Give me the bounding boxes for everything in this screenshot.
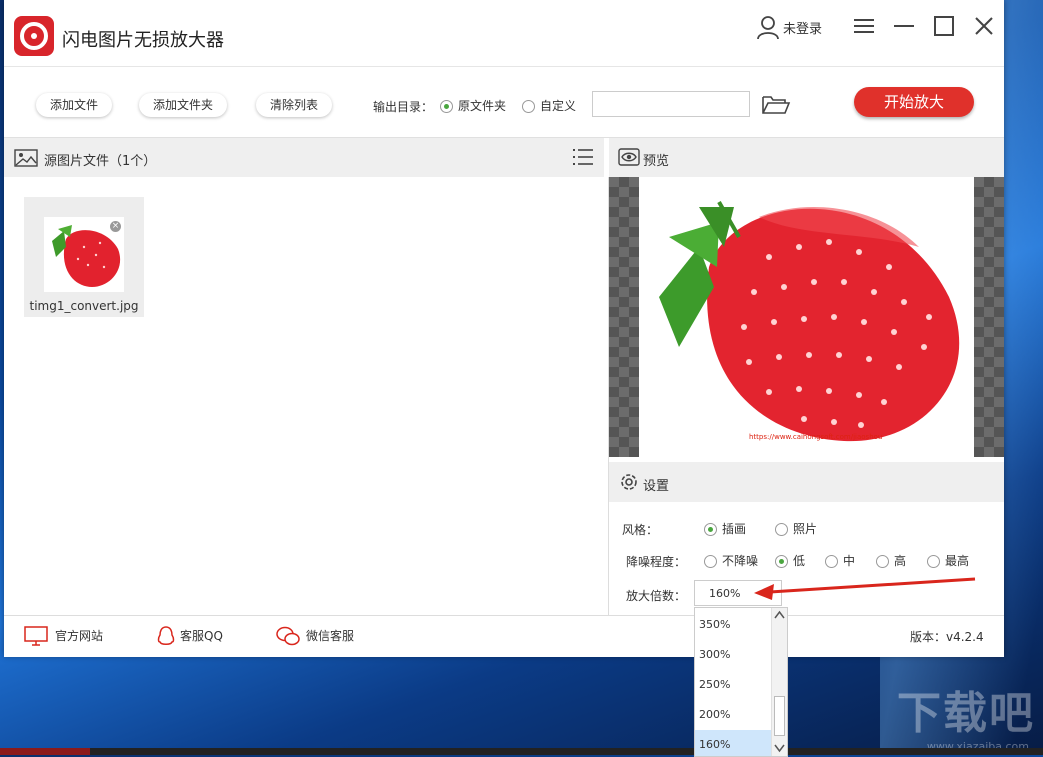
radio-unselected-icon[interactable] (876, 555, 889, 568)
preview-area: https://www.caihongsoft.com/jiaoshou (609, 177, 1004, 457)
maximize-icon[interactable] (929, 12, 959, 40)
radio-unselected-icon[interactable] (927, 555, 940, 568)
dropdown-scroll-thumb[interactable] (774, 696, 785, 736)
clear-list-button[interactable]: 清除列表 (256, 93, 333, 117)
scale-option-selected[interactable]: 160% (695, 730, 775, 756)
radio-unselected-icon[interactable] (522, 100, 535, 113)
denoise-label: 降噪程度： (626, 555, 687, 569)
folder-open-icon[interactable] (761, 93, 791, 115)
desktop-watermark: 下载吧 (897, 688, 1035, 739)
image-icon (14, 149, 38, 167)
style-option-illustration[interactable]: 插画 (704, 520, 746, 537)
preview-panel-title: 预览 (643, 154, 670, 169)
wechat-support-link[interactable]: 微信客服 (306, 627, 354, 644)
output-option-custom-label: 自定义 (540, 99, 577, 113)
add-folder-button[interactable]: 添加文件夹 (139, 93, 228, 117)
denoise-option-highest[interactable]: 最高 (927, 552, 969, 569)
close-icon[interactable] (969, 12, 999, 40)
app-title: 闪电图片无损放大器 (62, 30, 224, 51)
denoise-option-high-label: 高 (894, 554, 907, 568)
settings-panel-title: 设置 (643, 479, 670, 494)
transparency-pattern-left (609, 177, 639, 457)
settings-panel-header: 设置 (609, 462, 1004, 502)
minimize-icon[interactable] (889, 12, 919, 40)
output-path-input[interactable] (592, 91, 750, 117)
eye-icon (618, 148, 640, 166)
radio-unselected-icon[interactable] (825, 555, 838, 568)
scale-dropdown-list: 350% 300% 250% 200% 160% (694, 607, 788, 757)
preview-image-caption: https://www.caihongsoft.com/jiaoshou (749, 433, 883, 441)
source-panel-header: 源图片文件（1个） (4, 138, 604, 177)
denoise-option-high[interactable]: 高 (876, 552, 906, 569)
output-option-custom[interactable]: 自定义 (522, 97, 576, 114)
toolbar: 添加文件 添加文件夹 清除列表 输出目录： 原文件夹 自定义 开始放大 (4, 67, 1004, 138)
output-option-original[interactable]: 原文件夹 (440, 97, 506, 114)
qq-penguin-icon[interactable] (154, 625, 178, 647)
denoise-option-none[interactable]: 不降噪 (704, 552, 758, 569)
file-thumbnail-card[interactable]: × timg1_convert.jpg (24, 197, 144, 317)
start-enlarge-button[interactable]: 开始放大 (854, 87, 974, 117)
monitor-icon[interactable] (24, 625, 48, 647)
style-option-photo-label: 照片 (793, 522, 818, 536)
user-icon[interactable] (755, 14, 781, 40)
scale-option[interactable]: 250% (695, 670, 775, 700)
taskbar-app-indicator[interactable] (0, 748, 90, 755)
preview-panel-header: 预览 (609, 138, 1004, 177)
denoise-option-highest-label: 最高 (945, 554, 970, 568)
transparency-pattern-right (974, 177, 1004, 457)
style-label: 风格： (622, 523, 659, 537)
strawberry-preview-image (639, 177, 974, 457)
dropdown-scrollbar[interactable] (771, 608, 787, 756)
scale-label: 放大倍数： (626, 589, 687, 603)
scroll-down-icon[interactable] (774, 743, 785, 753)
scale-option[interactable]: 300% (695, 640, 775, 670)
official-website-link[interactable]: 官方网站 (55, 627, 103, 644)
qq-support-link[interactable]: 客服QQ (180, 627, 223, 644)
add-file-button[interactable]: 添加文件 (36, 93, 113, 117)
radio-unselected-icon[interactable] (704, 555, 717, 568)
radio-selected-icon[interactable] (704, 523, 717, 536)
app-window: 闪电图片无损放大器 未登录 添加文件 添加文件夹 清除列表 输出目录： 原文件夹 (4, 0, 1004, 657)
remove-file-icon[interactable]: × (110, 221, 121, 232)
scale-option[interactable]: 200% (695, 700, 775, 730)
gear-icon (621, 474, 637, 490)
annotation-arrow-icon (754, 577, 976, 600)
style-option-illustration-label: 插画 (722, 522, 747, 536)
source-file-list: × timg1_convert.jpg (4, 177, 609, 615)
denoise-option-low[interactable]: 低 (775, 552, 805, 569)
denoise-option-none-label: 不降噪 (722, 554, 759, 568)
version-label: 版本：v4.2.4 (910, 630, 984, 644)
footer-bar: 官方网站 客服QQ 微信客服 版本：v4.2.4 (4, 615, 1004, 657)
scale-option[interactable]: 350% (695, 610, 775, 640)
scroll-up-icon[interactable] (774, 610, 785, 620)
radio-selected-icon[interactable] (440, 100, 453, 113)
denoise-option-medium-label: 中 (843, 554, 856, 568)
taskbar (0, 748, 1043, 755)
denoise-option-medium[interactable]: 中 (825, 552, 855, 569)
style-option-photo[interactable]: 照片 (775, 520, 817, 537)
wechat-icon[interactable] (276, 625, 300, 647)
source-panel-title: 源图片文件（1个） (44, 154, 157, 169)
menu-icon[interactable] (849, 12, 879, 40)
title-bar: 闪电图片无损放大器 未登录 (4, 0, 1004, 67)
radio-selected-icon[interactable] (775, 555, 788, 568)
file-name: timg1_convert.jpg (29, 299, 139, 313)
list-view-icon[interactable] (572, 147, 594, 167)
output-dir-label: 输出目录： (373, 100, 434, 114)
radio-unselected-icon[interactable] (775, 523, 788, 536)
denoise-option-low-label: 低 (793, 554, 806, 568)
app-logo-icon (14, 16, 54, 56)
login-status[interactable]: 未登录 (783, 18, 822, 37)
output-option-original-label: 原文件夹 (458, 99, 507, 113)
